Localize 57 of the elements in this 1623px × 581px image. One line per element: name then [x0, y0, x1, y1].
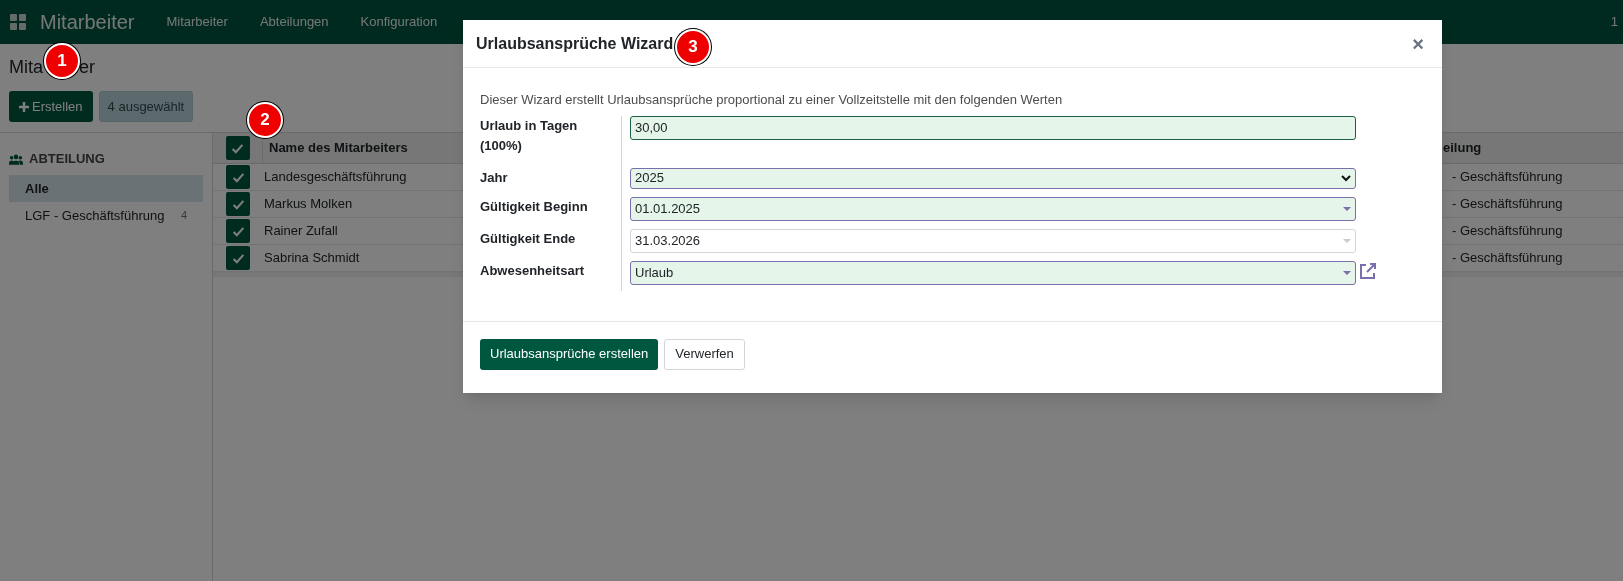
check-icon	[231, 197, 245, 211]
chevron-down-icon	[1341, 174, 1351, 182]
field-label: Urlaub in Tagen (100%)	[480, 115, 622, 160]
page-title: Mita	[9, 56, 43, 79]
create-button[interactable]: Erstellen	[9, 91, 93, 122]
checkbox[interactable]	[226, 165, 250, 189]
field-label: Gültigkeit Ende	[480, 220, 622, 253]
dropdown-field[interactable]: 2025	[630, 167, 1356, 189]
caret-icon	[1343, 238, 1351, 243]
field-label: Gültigkeit Beginn	[480, 188, 622, 221]
table-cell: Landesgeschäftsführung	[264, 169, 407, 185]
check-icon	[231, 170, 245, 184]
dropdown-field[interactable]: 31.03.2026	[630, 228, 1356, 253]
menu-item[interactable]: Konfiguration	[360, 12, 438, 32]
plus-icon	[19, 101, 29, 112]
corner-text: 1	[1610, 13, 1618, 32]
table-cell: Markus Molken	[264, 196, 353, 212]
annotation-badge: 2	[247, 102, 283, 138]
page-title: er	[79, 56, 96, 79]
column-header[interactable]: eilung	[1443, 138, 1623, 158]
app-title: Mitarbeiter	[40, 10, 135, 35]
annotation-badge: 1	[44, 43, 80, 79]
close-button[interactable]: ×	[1412, 33, 1424, 54]
selection-badge[interactable]: 4 ausgewählt	[98, 91, 194, 122]
table-cell-text: - Geschäftsführung	[1451, 222, 1564, 241]
field-label: Jahr	[480, 159, 622, 189]
menu-item[interactable]: Mitarbeiter	[166, 12, 228, 32]
check-icon	[231, 224, 245, 238]
table-cell-text: - Geschäftsführung	[1451, 249, 1564, 268]
apps-grid-icon[interactable]	[10, 14, 26, 30]
external-link-icon[interactable]	[1358, 260, 1378, 281]
table-cell: Sabrina Schmidt	[264, 250, 360, 266]
field-label: Abwesenheitsart	[480, 252, 622, 291]
menu-item[interactable]: Abteilungen	[259, 12, 329, 32]
users-icon	[9, 153, 23, 165]
checkbox[interactable]	[226, 192, 250, 216]
input-field[interactable]: 30,00	[630, 115, 1356, 140]
sidebar-heading: ABTEILUNG	[29, 150, 105, 169]
wizard-description: Dieser Wizard erstellt Urlaubsansprüche proportional zu einer Vollzeitstelle mit den folgenden Werten	[480, 91, 1064, 109]
dropdown-field[interactable]: 01.01.2025	[630, 196, 1356, 221]
dropdown-field[interactable]: Urlaub	[630, 260, 1356, 285]
caret-icon	[1343, 206, 1351, 211]
checkbox[interactable]	[225, 136, 250, 160]
check-icon	[231, 251, 245, 265]
table-cell-text: - Geschäftsführung	[1451, 195, 1564, 214]
table-cell: Rainer Zufall	[264, 223, 338, 239]
discard-button[interactable]: Verwerfen	[664, 338, 745, 370]
check-icon	[231, 141, 244, 155]
checkbox[interactable]	[226, 219, 250, 243]
checkbox[interactable]	[226, 246, 250, 270]
caret-icon	[1343, 270, 1351, 275]
sidebar-item[interactable]: Alle	[9, 175, 203, 202]
sidebar-item[interactable]: LGF - Geschäftsführung 4	[9, 202, 203, 229]
item-count: 4	[180, 208, 187, 224]
table-cell-text: - Geschäftsführung	[1451, 168, 1564, 187]
dialog-title: Urlaubsansprüche Wizard	[476, 33, 674, 54]
create-button[interactable]: Urlaubsansprüche erstellen	[480, 338, 659, 370]
